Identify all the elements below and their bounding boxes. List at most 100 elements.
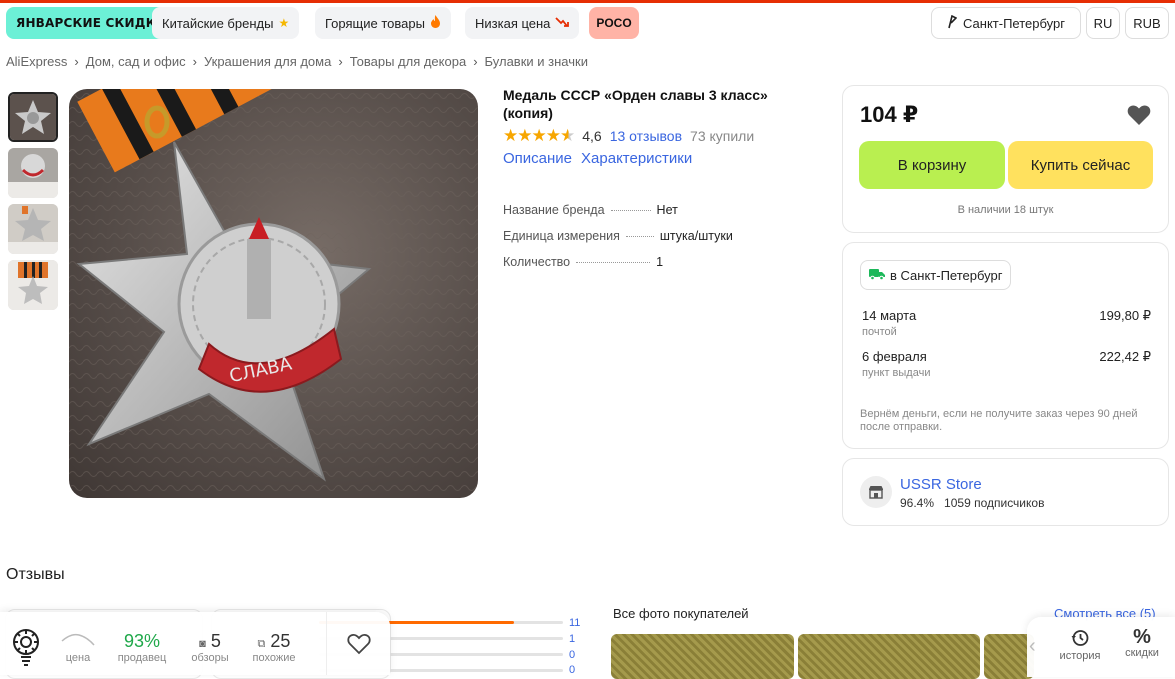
price-trend[interactable]: цена [58, 630, 98, 664]
chip-hot-goods[interactable]: Горящие товары [315, 7, 451, 39]
region-selector[interactable]: Санкт-Петербург [931, 7, 1081, 39]
similar-count[interactable]: ⧉ 25 похожие [246, 630, 302, 664]
chevron-right-icon: › [473, 54, 478, 69]
chevron-right-icon: › [192, 54, 197, 69]
discounts-label: скидки [1125, 647, 1159, 659]
spec-row: Единица измерения штука/штуки [503, 229, 733, 243]
buy-now-button[interactable]: Купить сейчас [1008, 141, 1153, 189]
price-trend-icon [58, 630, 98, 652]
delivery-card: в Санкт-Петербург 14 марта почтой 199,80… [842, 242, 1169, 449]
refund-note: Вернём деньги, если не получите заказ че… [860, 408, 1138, 433]
delivery-date: 6 февраля [862, 349, 927, 364]
delivery-method: почтой [862, 326, 897, 338]
spec-value: Нет [656, 203, 678, 217]
customer-photo[interactable] [611, 634, 794, 679]
spec-name: Количество [503, 255, 571, 269]
product-title: Медаль СССР «Орден славы 3 класс» (копия… [503, 87, 768, 121]
spec-name: Название бренда [503, 203, 605, 217]
gallery-thumbnail-4[interactable] [8, 260, 58, 310]
percent-icon: % [1133, 626, 1151, 648]
rating-value: 4,6 [582, 128, 602, 144]
chip-label: Китайские бренды [162, 15, 274, 31]
sale-chip[interactable]: ЯНВАРСКИЕ СКИДКИ [6, 7, 176, 39]
all-photos-title: Все фото покупателей [613, 606, 749, 621]
side-tools: ‹ история % скидки [1027, 617, 1175, 677]
price-down-icon [555, 16, 570, 31]
discounts-button[interactable]: % скидки [1119, 627, 1165, 659]
camera-icon: ◙ [199, 638, 206, 650]
price: 104 ₽ [860, 102, 919, 127]
history-label: история [1059, 650, 1101, 662]
fire-icon [430, 15, 441, 31]
breadcrumb: AliExpress › Дом, сад и офис › Украшения д… [6, 54, 588, 69]
star-rating-icon: ★★★★★ [503, 126, 575, 145]
spec-row: Количество 1 [503, 255, 663, 269]
location-pin-icon [947, 14, 958, 32]
bottom-summary-bar: цена 93% продавец ◙ 5 обзоры ⧉ 25 похожи… [0, 612, 390, 675]
gallery-thumbnail-1[interactable] [8, 92, 58, 142]
store-name[interactable]: USSR Store [900, 476, 982, 493]
chip-low-price[interactable]: Низкая цена [465, 7, 580, 39]
seller-label: продавец [117, 652, 167, 664]
buy-card: 104 ₽ В корзину Купить сейчас В наличии … [842, 85, 1169, 233]
add-to-cart-button[interactable]: В корзину [859, 141, 1005, 189]
breadcrumb-item[interactable]: AliExpress [6, 54, 67, 69]
delivery-option: 14 марта почтой [862, 308, 916, 338]
history-icon [1071, 630, 1089, 646]
rating-count: 0 [569, 649, 576, 661]
spec-row: Название бренда Нет [503, 203, 678, 217]
reviews-count[interactable]: ◙ 5 обзоры [185, 630, 235, 664]
seller-value: 93% [123, 631, 161, 651]
store-subscribers: 1059 подписчиков [944, 496, 1045, 510]
reviews-title: Отзывы [6, 566, 65, 583]
customer-photo[interactable] [798, 634, 980, 679]
gallery-thumbnail-2[interactable] [8, 148, 58, 198]
product-tabs: Описание Характеристики [503, 150, 692, 167]
stock-info: В наличии 18 штук [957, 204, 1054, 216]
delivery-method: пункт выдачи [862, 367, 931, 379]
truck-icon [869, 268, 885, 283]
similar-value: 25 [270, 631, 291, 651]
tab-description[interactable]: Описание [503, 150, 572, 167]
store-card[interactable]: USSR Store 96.4% 1059 подписчиков [842, 458, 1169, 526]
chevron-right-icon: › [74, 54, 79, 69]
currency-selector[interactable]: RUB [1125, 7, 1169, 39]
delivery-destination-label: в Санкт-Петербург [890, 267, 1003, 283]
delivery-price: 222,42 ₽ [1099, 349, 1151, 364]
medal-illustration: СЛАВА [69, 89, 478, 498]
lightbulb-icon[interactable] [10, 627, 42, 672]
chevron-right-icon: › [338, 54, 343, 69]
wishlist-button[interactable] [326, 612, 390, 675]
delivery-destination[interactable]: в Санкт-Петербург [860, 260, 1012, 290]
bought-count: 73 купили [690, 128, 755, 144]
top-accent-line [0, 0, 1175, 3]
breadcrumb-item[interactable]: Товары для декора [350, 54, 467, 69]
copy-icon: ⧉ [257, 638, 266, 650]
heart-icon[interactable] [1127, 104, 1151, 131]
product-main-image[interactable]: СЛАВА [69, 89, 478, 498]
language-selector[interactable]: RU [1086, 7, 1120, 39]
heart-outline-icon [346, 633, 371, 654]
rating-count: 1 [569, 633, 576, 645]
breadcrumb-item[interactable]: Украшения для дома [204, 54, 331, 69]
rating-count: 0 [569, 664, 576, 676]
history-button[interactable]: история [1055, 629, 1105, 662]
spec-value: 1 [656, 255, 664, 269]
store-icon [860, 476, 892, 508]
breadcrumb-item[interactable]: Булавки и значки [485, 54, 588, 69]
seller-score[interactable]: 93% продавец [112, 630, 172, 664]
gallery-thumbnail-3[interactable] [8, 204, 58, 254]
chip-poco[interactable]: POCO [589, 7, 639, 39]
delivery-option: 6 февраля пункт выдачи [862, 349, 930, 379]
chip-label: Низкая цена [475, 15, 551, 31]
tab-specs[interactable]: Характеристики [581, 150, 692, 167]
breadcrumb-item[interactable]: Дом, сад и офис [86, 54, 186, 69]
rating-count: 11 [569, 617, 581, 629]
reviews-link[interactable]: 13 отзывов [610, 128, 682, 144]
chip-chinese-brands[interactable]: Китайские бренды ★ [152, 7, 300, 39]
rating-row: ★★★★★ 4,6 13 отзывов 73 купили [503, 126, 754, 146]
delivery-date: 14 марта [862, 308, 917, 323]
spec-value: штука/штуки [659, 229, 733, 243]
delivery-price: 199,80 ₽ [1099, 308, 1151, 323]
chevron-left-icon[interactable]: ‹ [1029, 635, 1036, 658]
